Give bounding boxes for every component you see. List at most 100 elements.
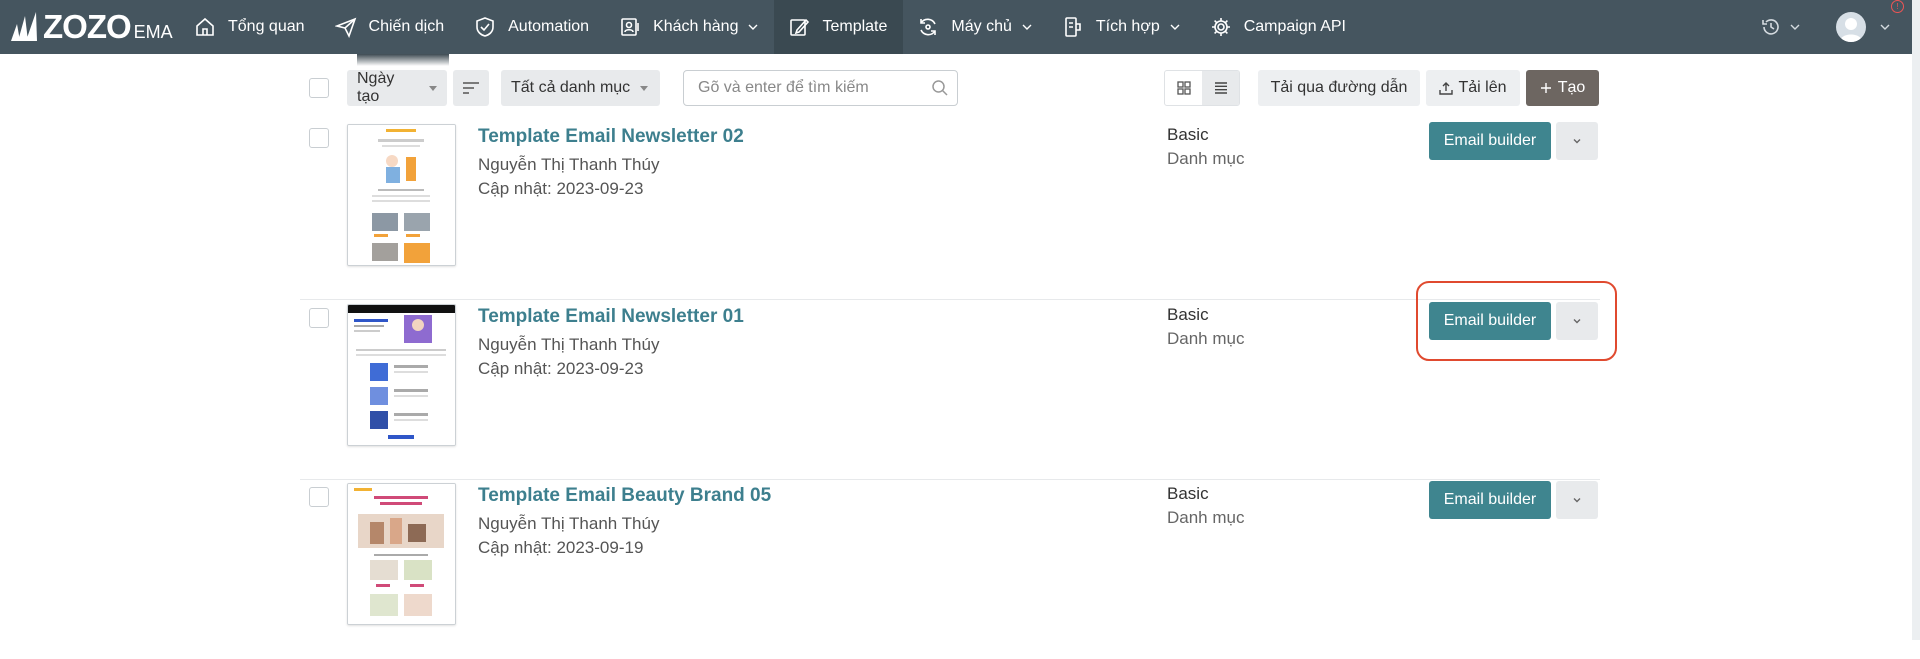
row-checkbox[interactable] (309, 308, 329, 328)
nav-item-campaign-api[interactable]: Campaign API (1196, 0, 1362, 54)
nav-label: Máy chủ (951, 18, 1012, 35)
nav-shadow (357, 54, 449, 66)
template-title[interactable]: Template Email Newsletter 01 (478, 306, 744, 328)
category-select[interactable]: Tất cả danh mục (501, 70, 660, 106)
nav-item-campaigns[interactable]: Chiến dịch (321, 0, 461, 54)
email-builder-label: Email builder (1443, 132, 1537, 149)
chevron-down-icon (1170, 22, 1180, 32)
nav-label: Khách hàng (653, 18, 739, 35)
template-updated: Cập nhật: 2023-09-19 (478, 538, 644, 557)
template-type: Basic (1167, 484, 1209, 503)
send-icon (334, 16, 357, 38)
template-thumbnail[interactable] (347, 304, 456, 446)
template-author: Nguyễn Thị Thanh Thúy (478, 514, 660, 533)
sort-lines-icon (463, 82, 479, 94)
category-value: Tất cả danh mục (511, 79, 631, 96)
nav-label: Tổng quan (228, 18, 305, 35)
row-checkbox[interactable] (309, 487, 329, 507)
chevron-down-icon (748, 22, 758, 32)
template-row: Template Email Newsletter 01 Nguyễn Thị … (300, 302, 1600, 480)
grid-icon (1176, 81, 1191, 95)
top-navbar: ZOZO EMA Tổng quan Chiến dịch Automation (0, 0, 1920, 54)
template-row: Template Email Beauty Brand 05 Nguyễn Th… (300, 481, 1600, 659)
contacts-icon (619, 16, 641, 38)
history-button[interactable] (1760, 16, 1800, 38)
gear-icon (1210, 16, 1232, 38)
nav-right-group: ! (1760, 0, 1920, 54)
shield-check-icon (474, 16, 496, 38)
caret-down-icon (429, 85, 437, 91)
chevron-down-icon (1880, 24, 1890, 30)
nav-label: Chiến dịch (368, 18, 445, 35)
template-row: Template Email Newsletter 02 Nguyễn Thị … (300, 122, 1600, 300)
template-type: Basic (1167, 305, 1209, 324)
logo-text: ZOZO (43, 8, 132, 45)
create-label: Tạo (1557, 79, 1586, 96)
main-nav: Tổng quan Chiến dịch Automation Khách hà… (180, 0, 1362, 54)
nav-item-overview[interactable]: Tổng quan (180, 0, 321, 54)
nav-item-integrations[interactable]: Tích hợp (1048, 0, 1196, 54)
template-author: Nguyễn Thị Thanh Thúy (478, 155, 660, 174)
sort-by-select[interactable]: Ngày tạo (347, 70, 447, 106)
template-toolbar: Ngày tạo Tất cả danh mục Tải qua đường d… (300, 67, 1600, 109)
integration-icon (1062, 16, 1084, 38)
history-icon (1762, 19, 1779, 35)
grid-view-button[interactable] (1165, 71, 1202, 105)
logo-subtext: EMA (133, 21, 173, 42)
notification-badge-icon[interactable]: ! (1891, 0, 1904, 13)
user-menu[interactable]: ! (1836, 0, 1904, 42)
template-category: Danh mục (1167, 329, 1245, 348)
chevron-down-icon (1022, 22, 1032, 32)
chevron-down-icon (1790, 24, 1800, 30)
page-scrollbar[interactable] (1912, 0, 1920, 640)
email-builder-button[interactable]: Email builder (1429, 122, 1551, 160)
import-url-button[interactable]: Tải qua đường dẫn (1258, 70, 1420, 106)
select-all-checkbox[interactable] (309, 78, 329, 98)
chevron-down-icon (1573, 498, 1581, 503)
nav-label: Tích hợp (1095, 18, 1160, 35)
list-view-button[interactable] (1202, 71, 1239, 105)
home-icon (194, 16, 216, 38)
edit-icon (788, 16, 810, 38)
nav-label: Campaign API (1243, 18, 1346, 35)
template-category: Danh mục (1167, 149, 1245, 168)
chevron-down-icon (1573, 139, 1581, 144)
search-icon[interactable] (931, 79, 949, 97)
create-button[interactable]: Tạo (1526, 70, 1599, 106)
email-builder-button[interactable]: Email builder (1429, 481, 1551, 519)
email-builder-label: Email builder (1443, 491, 1537, 508)
template-updated: Cập nhật: 2023-09-23 (478, 359, 644, 378)
row-more-button[interactable] (1556, 122, 1598, 160)
template-category: Danh mục (1167, 508, 1245, 527)
nav-item-servers[interactable]: Máy chủ (903, 0, 1047, 54)
import-url-label: Tải qua đường dẫn (1270, 79, 1408, 96)
nav-item-template[interactable]: Template (774, 0, 904, 54)
list-icon (1214, 82, 1227, 94)
template-title[interactable]: Template Email Newsletter 02 (478, 126, 744, 148)
caret-down-icon (640, 85, 649, 91)
search-input[interactable] (684, 78, 930, 98)
upload-label: Tải lên (1458, 79, 1507, 96)
row-checkbox[interactable] (309, 128, 329, 148)
template-thumbnail[interactable] (347, 483, 456, 625)
nav-label: Automation (508, 18, 590, 35)
nav-label: Template (822, 18, 888, 35)
template-author: Nguyễn Thị Thanh Thúy (478, 335, 660, 354)
upload-icon (1439, 82, 1454, 95)
annotation-highlight (1416, 281, 1617, 361)
template-title[interactable]: Template Email Beauty Brand 05 (478, 485, 771, 507)
plus-icon (1540, 83, 1551, 93)
server-sync-icon (917, 16, 939, 38)
template-updated: Cập nhật: 2023-09-23 (478, 179, 644, 198)
sort-order-button[interactable] (453, 70, 489, 106)
row-more-button[interactable] (1556, 481, 1598, 519)
logo-icon (11, 12, 37, 41)
zozo-ema-logo[interactable]: ZOZO EMA (8, 0, 180, 54)
search-box (683, 70, 958, 106)
nav-item-automation[interactable]: Automation (460, 0, 605, 54)
nav-item-customers[interactable]: Khách hàng (605, 0, 774, 54)
template-thumbnail[interactable] (347, 124, 456, 266)
template-type: Basic (1167, 125, 1209, 144)
upload-button[interactable]: Tải lên (1426, 70, 1520, 106)
avatar (1836, 12, 1866, 42)
